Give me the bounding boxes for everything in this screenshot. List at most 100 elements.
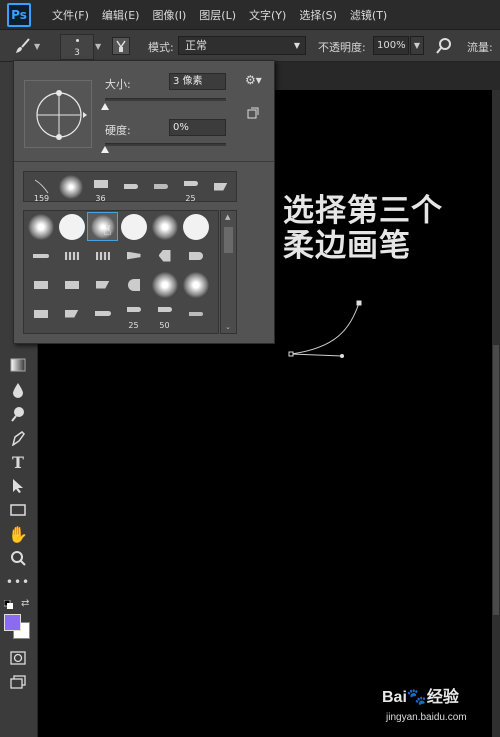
preset-brush[interactable]: [56, 270, 87, 299]
recent-brush[interactable]: [205, 172, 236, 201]
menu-file[interactable]: 文件(F): [52, 7, 89, 23]
hand-tool-icon[interactable]: ✋: [8, 524, 28, 544]
menu-filter[interactable]: 滤镜(T): [350, 7, 387, 23]
annotation-line-2: 柔边画笔: [283, 228, 411, 264]
path-handle[interactable]: [340, 354, 344, 358]
size-slider[interactable]: [105, 98, 226, 101]
preset-brush[interactable]: [25, 270, 56, 299]
preset-brush[interactable]: [180, 299, 211, 328]
brush-size-label: 25: [128, 321, 139, 330]
scrollbar-thumb[interactable]: [493, 345, 499, 615]
preset-soft-round[interactable]: [149, 212, 180, 241]
mode-select[interactable]: 正常 ▼: [178, 36, 306, 55]
preset-hard-round[interactable]: [180, 212, 211, 241]
hardness-input[interactable]: 0%: [169, 119, 226, 136]
preset-brush[interactable]: [87, 299, 118, 328]
preset-brush[interactable]: [118, 270, 149, 299]
brush-size-label: 36: [95, 194, 106, 203]
size-slider-thumb[interactable]: [101, 103, 109, 110]
search-icon[interactable]: [434, 36, 454, 56]
baidu-jingyan-watermark: Bai🐾经验 jingyan.baidu.com: [382, 680, 497, 730]
preset-brush[interactable]: 50: [149, 299, 180, 330]
menu-bar: Ps 文件(F) 编辑(E) 图像(I) 图层(L) 文字(Y) 选择(S) 滤…: [0, 0, 500, 30]
dodge-tool-icon[interactable]: [8, 404, 28, 424]
recent-brush[interactable]: 36: [85, 172, 116, 203]
hand-cursor-icon: ☝: [103, 223, 112, 239]
recent-brush[interactable]: [115, 172, 146, 201]
hardness-slider-thumb[interactable]: [101, 146, 109, 153]
menu-layer[interactable]: 图层(L): [199, 7, 236, 23]
gear-icon[interactable]: ⚙▾: [245, 73, 263, 89]
path-selection-icon[interactable]: [8, 476, 28, 496]
new-preset-icon[interactable]: [247, 107, 259, 119]
preset-brush[interactable]: [87, 270, 118, 299]
pen-tool-icon[interactable]: [8, 428, 28, 448]
swap-colors-icon[interactable]: ⇄: [21, 598, 29, 609]
opacity-chevron-icon[interactable]: ▼: [410, 36, 424, 55]
size-input[interactable]: 3 像素: [169, 73, 226, 90]
hardness-slider[interactable]: [105, 143, 226, 146]
gradient-tool-icon[interactable]: [8, 355, 28, 375]
work-path: [288, 300, 362, 358]
chevron-down-icon[interactable]: ⌄: [225, 323, 231, 331]
opacity-label: 不透明度:: [318, 41, 366, 54]
recent-brush[interactable]: 25: [175, 172, 206, 203]
preset-brush[interactable]: [149, 241, 180, 270]
size-label: 大小:: [105, 78, 131, 91]
preset-brush[interactable]: [56, 299, 87, 328]
screen-mode-icon[interactable]: [8, 672, 28, 692]
preset-hard-round[interactable]: [118, 212, 149, 241]
watermark-url: jingyan.baidu.com: [386, 712, 467, 723]
path-anchor[interactable]: [356, 300, 362, 306]
preset-brush[interactable]: [87, 241, 118, 270]
type-tool-icon[interactable]: T: [8, 452, 28, 472]
recent-brush[interactable]: [145, 172, 176, 201]
recent-brush[interactable]: 159: [26, 172, 57, 203]
preset-soft-round[interactable]: [25, 212, 56, 241]
mode-value: 正常: [185, 39, 207, 52]
options-bar: ▼ 3 ▼ 模式: 正常 ▼ 不透明度: 100% ▼ 流量:: [0, 30, 500, 62]
menu-type[interactable]: 文字(Y): [249, 7, 286, 23]
tool-preset-caret-icon[interactable]: ▼: [34, 42, 40, 51]
preset-brush[interactable]: [25, 299, 56, 328]
brush-size-preview: 3: [74, 48, 80, 58]
watermark-brand: Bai🐾经验: [382, 689, 459, 706]
default-colors-icon[interactable]: [4, 600, 13, 609]
mode-label: 模式:: [148, 41, 174, 54]
brush-size-label: 25: [185, 194, 196, 203]
brush-picker-caret-icon[interactable]: ▼: [95, 42, 101, 51]
preset-brush[interactable]: [118, 241, 149, 270]
more-tools-icon[interactable]: •••: [6, 572, 29, 592]
preset-soft-round[interactable]: [180, 270, 211, 299]
brush-tool-icon[interactable]: [14, 37, 32, 55]
brush-size-label: 159: [33, 194, 50, 203]
vertical-scrollbar[interactable]: [492, 90, 500, 737]
rectangle-tool-icon[interactable]: [8, 500, 28, 520]
preset-brush[interactable]: [180, 241, 211, 270]
menu-select[interactable]: 选择(S): [299, 7, 337, 23]
path-anchor[interactable]: [288, 351, 294, 357]
preset-scrollbar[interactable]: ▲ ⌄: [220, 210, 237, 334]
chevron-down-icon: ▼: [293, 41, 300, 50]
opacity-input[interactable]: 100%: [373, 36, 409, 55]
brush-panel-toggle-icon[interactable]: [112, 37, 130, 55]
brush-dot-icon: [76, 39, 79, 42]
preset-brush[interactable]: [56, 241, 87, 270]
preset-soft-round-selected[interactable]: ☝: [87, 212, 118, 241]
menu-edit[interactable]: 编辑(E): [102, 7, 140, 23]
quick-mask-icon[interactable]: [8, 648, 28, 668]
blur-tool-icon[interactable]: [8, 380, 28, 400]
preset-brush[interactable]: 25: [118, 299, 149, 330]
brush-angle-preview[interactable]: [24, 80, 92, 148]
preset-scrollbar-thumb[interactable]: [224, 227, 233, 253]
recent-brush[interactable]: [55, 172, 86, 201]
brush-preset-picker[interactable]: 3: [60, 34, 94, 60]
chevron-up-icon[interactable]: ▲: [225, 213, 230, 221]
brush-preset-panel: 大小: 3 像素 硬度: 0% ⚙▾ 159 36 25 ☝ 25 50 ▲ ⌄: [13, 60, 275, 344]
preset-hard-round[interactable]: [56, 212, 87, 241]
foreground-color-swatch[interactable]: [4, 614, 21, 631]
preset-soft-round[interactable]: [149, 270, 180, 299]
zoom-tool-icon[interactable]: [8, 548, 28, 568]
preset-brush[interactable]: [25, 241, 56, 270]
menu-image[interactable]: 图像(I): [152, 7, 186, 23]
